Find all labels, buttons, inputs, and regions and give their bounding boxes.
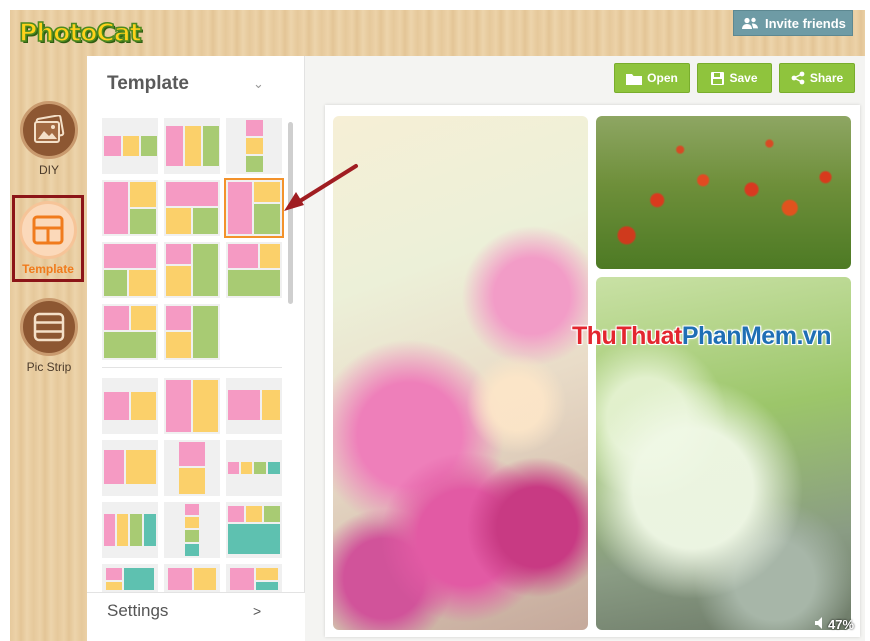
template-layout-icon <box>19 201 77 259</box>
nav-item-label: Pic Strip <box>26 360 72 374</box>
share-button[interactable]: Share <box>779 63 855 93</box>
people-icon <box>742 17 758 29</box>
zoom-indicator[interactable]: 47% <box>815 617 854 632</box>
photocat-logo[interactable]: PhotoCat <box>18 17 142 48</box>
photocat-app: PhotoCat Invite friends DIY Template Pic… <box>0 0 870 641</box>
template-thumb[interactable] <box>102 440 158 496</box>
nav-item-label: Template <box>22 262 74 276</box>
template-thumb[interactable] <box>102 564 158 592</box>
zoom-value: 47% <box>828 617 855 632</box>
template-thumb[interactable] <box>102 502 158 558</box>
template-thumb[interactable] <box>226 118 282 174</box>
save-button[interactable]: Save <box>697 63 772 93</box>
template-thumb[interactable] <box>102 378 158 434</box>
template-thumb[interactable] <box>164 242 220 298</box>
template-thumb[interactable] <box>164 564 220 592</box>
template-thumb[interactable] <box>102 242 158 298</box>
template-thumb[interactable] <box>102 118 158 174</box>
template-thumb[interactable] <box>164 304 220 360</box>
template-thumb[interactable] <box>226 502 282 558</box>
floppy-disk-icon <box>711 71 725 85</box>
template-thumb[interactable] <box>226 440 282 496</box>
share-label: Share <box>809 71 844 85</box>
pic-strip-icon <box>20 298 78 356</box>
template-thumb[interactable] <box>226 564 282 592</box>
template-thumb[interactable] <box>164 440 220 496</box>
share-icon <box>791 71 805 85</box>
pointer-arrow-icon <box>284 164 358 211</box>
watermark-part-2: PhanMem.vn <box>681 322 832 350</box>
watermark-part-1: ThuThuat <box>572 322 682 350</box>
invite-friends-label: Invite friends <box>765 15 846 31</box>
folder-icon <box>626 73 643 85</box>
template-thumb[interactable] <box>164 180 220 236</box>
photo-poppy-field[interactable] <box>596 116 851 269</box>
template-thumb[interactable] <box>164 502 220 558</box>
chevron-down-icon[interactable]: ⌄ <box>253 76 264 92</box>
save-label: Save <box>729 71 758 85</box>
template-thumb-selected[interactable] <box>224 178 284 238</box>
divider <box>102 367 282 368</box>
invite-friends-button[interactable]: Invite friends <box>733 10 853 36</box>
template-thumb[interactable] <box>164 378 220 434</box>
panel-title: Template <box>107 73 190 94</box>
chevron-right-icon: > <box>253 603 262 619</box>
template-thumb[interactable] <box>226 378 282 434</box>
open-label: Open <box>647 71 678 85</box>
watermark: ThuThuatPhanMem.vn <box>572 322 832 351</box>
nav-item-label: DIY <box>38 163 59 177</box>
open-button[interactable]: Open <box>614 63 690 93</box>
settings-label: Settings <box>107 601 169 620</box>
template-thumb[interactable] <box>164 118 220 174</box>
template-thumb[interactable] <box>102 180 158 236</box>
template-thumb[interactable] <box>102 304 158 360</box>
nav-item-diy[interactable]: DIY <box>10 101 88 197</box>
nav-item-pic-strip[interactable]: Pic Strip <box>10 298 88 394</box>
speaker-icon <box>815 617 822 629</box>
photo-frame-icon <box>20 101 78 159</box>
photo-pink-roses[interactable] <box>333 116 588 630</box>
template-thumb[interactable] <box>226 242 282 298</box>
nav-item-template[interactable]: Template <box>12 195 84 282</box>
